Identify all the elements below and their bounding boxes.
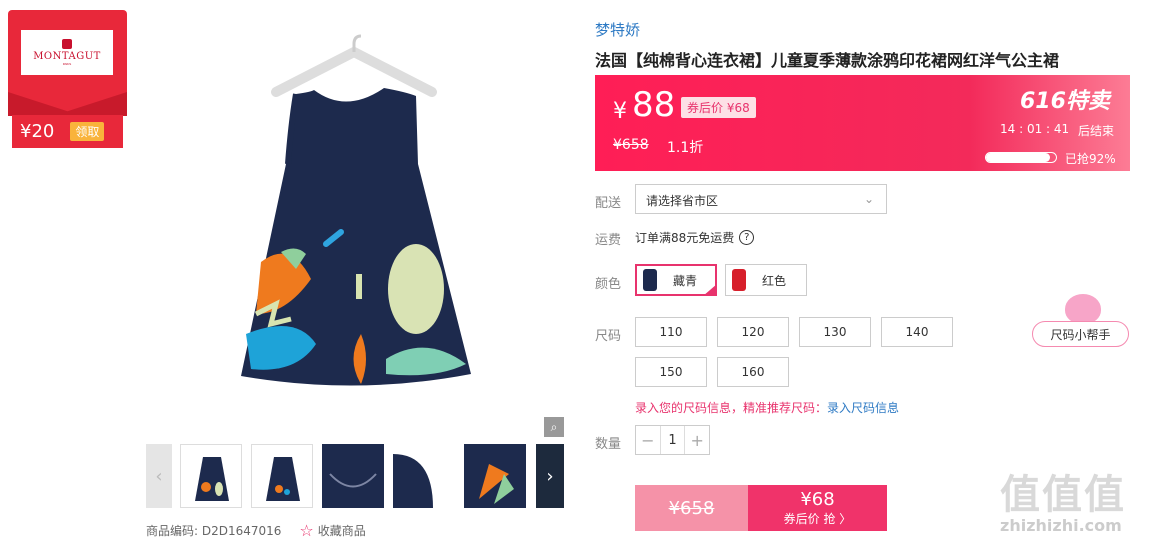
color-option-label: 红色 bbox=[762, 273, 787, 288]
coupon-amount: ¥20 bbox=[20, 121, 55, 142]
size-helper-button[interactable]: 尺码小帮手 bbox=[1032, 292, 1130, 348]
size-option[interactable]: 120 bbox=[717, 317, 789, 347]
sold-progress-fill bbox=[986, 153, 1051, 162]
sold-progress-bar bbox=[985, 152, 1057, 163]
minus-icon[interactable]: − bbox=[636, 431, 660, 450]
color-option-red[interactable]: 红色 bbox=[725, 264, 807, 296]
region-select-value: 请选择省市区 bbox=[646, 194, 719, 208]
thumbnail-4[interactable] bbox=[393, 444, 455, 508]
watermark-url: zhizhizhi.com bbox=[1000, 516, 1122, 535]
sold-percent-label: 已抢92% bbox=[1065, 152, 1116, 166]
color-label: 颜色 bbox=[595, 277, 622, 292]
color-option-navy[interactable]: 藏青 bbox=[635, 264, 717, 296]
original-price: ¥658 bbox=[613, 137, 649, 153]
buy-button[interactable]: ¥658 ¥68 券后价 抢 〉 bbox=[635, 485, 887, 531]
discount-rate: 1.1折 bbox=[667, 140, 704, 156]
shipping-label: 配送 bbox=[595, 196, 622, 211]
product-meta: 商品编码: D2D1647016 ☆ 收藏商品 bbox=[146, 521, 366, 540]
thumb-prev-button[interactable]: ‹ bbox=[146, 444, 172, 508]
zoom-icon[interactable]: ⌕ bbox=[544, 417, 564, 437]
product-title: 法国【纯棉背心连衣裙】儿童夏季薄款涂鸦印花裙网红洋气公主裙 bbox=[595, 51, 1060, 70]
size-option[interactable]: 110 bbox=[635, 317, 707, 347]
help-icon[interactable]: ? bbox=[739, 230, 755, 245]
shipping-fee-info: 订单满88元免运费 ? bbox=[635, 229, 755, 246]
color-option-label: 藏青 bbox=[673, 273, 698, 288]
crest-icon bbox=[62, 39, 72, 49]
thumbnail-3[interactable] bbox=[322, 444, 384, 508]
buy-original-price: ¥658 bbox=[635, 485, 748, 531]
shop-name-link[interactable]: 梦特娇 bbox=[595, 19, 640, 40]
currency-symbol: ¥ bbox=[613, 99, 627, 124]
star-icon: ☆ bbox=[299, 521, 314, 540]
quantity-label: 数量 bbox=[595, 437, 622, 452]
site-watermark: 值值值 zhizhizhi.com bbox=[1000, 462, 1140, 542]
color-swatch-icon bbox=[732, 269, 746, 291]
coupon-footer: ¥20 领取 bbox=[12, 115, 123, 148]
size-option[interactable]: 140 bbox=[881, 317, 953, 347]
size-option[interactable]: 150 bbox=[635, 357, 707, 387]
price-panel: ¥ 88 券后价 ¥68 ¥658 1.1折 616特卖 14 : 01 : 4… bbox=[595, 75, 1130, 171]
quantity-stepper[interactable]: − 1 + bbox=[635, 425, 710, 455]
size-option[interactable]: 130 bbox=[799, 317, 871, 347]
brand-sub: PARIS bbox=[62, 62, 72, 66]
countdown-timer: 14 : 01 : 41 bbox=[1000, 122, 1070, 136]
current-price: 88 bbox=[632, 85, 676, 125]
brand-logo: MONTAGUT PARIS bbox=[21, 30, 113, 75]
sku-code: 商品编码: D2D1647016 bbox=[146, 524, 282, 538]
fee-label: 运费 bbox=[595, 233, 622, 248]
thumbnail-5[interactable] bbox=[464, 444, 526, 508]
main-product-image[interactable] bbox=[146, 14, 566, 438]
size-option[interactable]: 160 bbox=[717, 357, 789, 387]
quantity-input[interactable]: 1 bbox=[659, 426, 686, 454]
promo-title: 616特卖 bbox=[1020, 89, 1110, 114]
color-swatch-icon bbox=[643, 269, 657, 291]
size-label: 尺码 bbox=[595, 329, 622, 344]
claim-coupon-button[interactable]: 领取 bbox=[70, 122, 105, 141]
watermark-logo: 值值值 bbox=[1000, 472, 1126, 518]
thumb-next-button[interactable]: › bbox=[536, 444, 564, 508]
plus-icon[interactable]: + bbox=[685, 431, 709, 450]
size-note-text: 录入您的尺码信息，精准推荐尺码： bbox=[635, 401, 828, 415]
countdown-suffix: 后结束 bbox=[1078, 124, 1115, 138]
after-coupon-badge: 券后价 ¥68 bbox=[681, 97, 756, 118]
size-note: 录入您的尺码信息，精准推荐尺码：录入尺码信息 bbox=[635, 399, 899, 416]
favorite-button[interactable]: ☆ 收藏商品 bbox=[299, 521, 365, 540]
brand-name: MONTAGUT bbox=[33, 51, 101, 62]
buy-coupon-action[interactable]: ¥68 券后价 抢 〉 bbox=[748, 485, 887, 531]
selected-check-icon bbox=[703, 284, 717, 296]
chevron-down-icon: ⌄ bbox=[863, 192, 874, 206]
buy-price: ¥68 bbox=[800, 489, 835, 510]
pig-mascot-icon bbox=[1065, 294, 1101, 324]
size-helper-label: 尺码小帮手 bbox=[1032, 321, 1129, 347]
thumbnail-2[interactable] bbox=[251, 444, 313, 508]
buy-action-label: 券后价 抢 〉 bbox=[783, 512, 852, 526]
shipping-fee-text: 订单满88元免运费 bbox=[635, 231, 735, 245]
thumbnail-1[interactable] bbox=[180, 444, 242, 508]
size-note-link[interactable]: 录入尺码信息 bbox=[827, 401, 899, 415]
favorite-label: 收藏商品 bbox=[317, 524, 366, 538]
brand-coupon[interactable]: MONTAGUT PARIS ¥20 领取 bbox=[8, 10, 127, 148]
region-select[interactable]: 请选择省市区 ⌄ bbox=[635, 184, 887, 214]
